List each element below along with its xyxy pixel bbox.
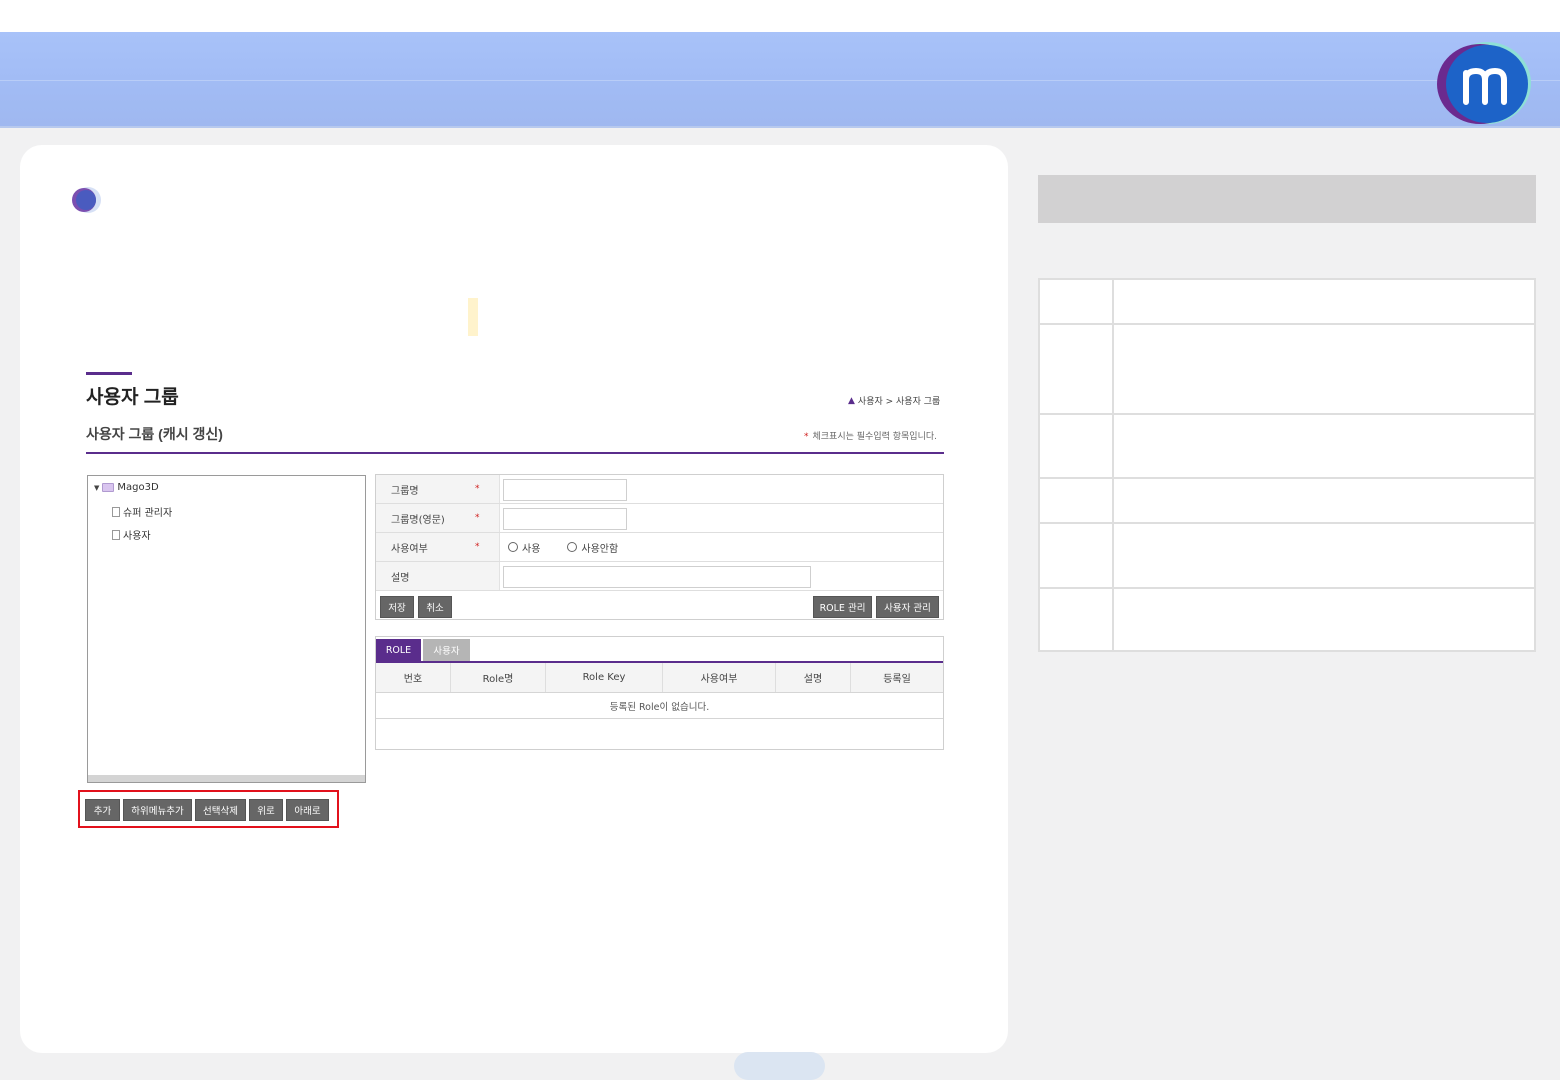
header-banner xyxy=(0,32,1560,128)
expand-icon[interactable]: ▼ xyxy=(94,484,99,492)
breadcrumb-text: 사용자 > 사용자 그룹 xyxy=(857,397,941,407)
required-note-text: 체크표시는 필수입력 항목입니다. xyxy=(812,432,938,442)
side-row-label-cell xyxy=(1040,589,1114,650)
column-header: 사용여부 xyxy=(663,663,776,692)
column-header: 등록일 xyxy=(883,674,911,685)
user-manage-button[interactable]: 사용자 관리 xyxy=(876,596,939,618)
highlight-mark xyxy=(468,298,478,336)
page-title: 사용자 그룹 xyxy=(86,387,179,408)
title-accent-bar xyxy=(86,372,132,375)
table-header: 번호 Role명 Role Key 사용여부 설명 등록일 xyxy=(376,663,943,693)
tree-item-label[interactable]: 사용자 xyxy=(123,527,151,542)
role-manage-button[interactable]: ROLE 관리 xyxy=(813,596,872,618)
tree-item-label[interactable]: 슈퍼 관리자 xyxy=(123,504,172,519)
unuse-radio[interactable] xyxy=(567,542,578,552)
save-button[interactable]: 저장 xyxy=(380,596,414,618)
tab-role[interactable]: ROLE xyxy=(376,639,421,661)
desc-input[interactable] xyxy=(503,566,811,588)
side-panel-header xyxy=(1038,175,1536,223)
column-header: 번호 xyxy=(376,663,451,692)
move-down-button[interactable]: 아래로 xyxy=(286,799,329,821)
unuse-radio-label[interactable]: 사용안함 xyxy=(581,540,618,555)
form-row-use: 사용여부 * 사용 사용안함 xyxy=(376,533,943,562)
side-panel-table xyxy=(1038,278,1536,652)
tree-root[interactable]: ▼ Mago3D xyxy=(94,482,159,493)
use-radio-label[interactable]: 사용 xyxy=(522,540,540,555)
side-row xyxy=(1040,415,1534,479)
add-submenu-button[interactable]: 하위메뉴추가 xyxy=(123,799,192,821)
section-dot-icon xyxy=(72,187,101,213)
label-text: 그룹명 xyxy=(391,485,419,497)
required-star: * xyxy=(475,513,480,523)
side-row xyxy=(1040,524,1534,589)
group-name-input[interactable] xyxy=(503,479,627,501)
side-row-label-cell xyxy=(1040,479,1114,522)
move-up-button[interactable]: 위로 xyxy=(249,799,283,821)
tree-item-super-admin[interactable]: 슈퍼 관리자 xyxy=(112,504,172,519)
side-row-label-cell xyxy=(1040,524,1114,587)
group-name-en-label: 그룹명(영문) * xyxy=(376,504,500,532)
side-row xyxy=(1040,325,1534,415)
label-text: 그룹명(영문) xyxy=(391,514,445,526)
label-text: 설명 xyxy=(391,572,410,584)
required-note: * 체크표시는 필수입력 항목입니다. xyxy=(804,429,937,442)
tree-horizontal-scrollbar[interactable] xyxy=(88,775,365,782)
use-radio-group: 사용 사용안함 xyxy=(508,533,618,561)
side-row xyxy=(1040,479,1534,524)
breadcrumb: ▲ 사용자 > 사용자 그룹 xyxy=(848,394,941,408)
form-row-desc: 설명 xyxy=(376,562,943,591)
section-subtitle: 사용자 그룹 (캐시 갱신) xyxy=(86,426,223,442)
mago3d-logo-icon[interactable] xyxy=(1434,40,1532,126)
group-tree[interactable]: ▼ Mago3D 슈퍼 관리자 사용자 xyxy=(87,475,366,783)
side-row-label-cell xyxy=(1040,325,1114,413)
label-text: 사용여부 xyxy=(391,543,428,555)
side-row xyxy=(1040,280,1534,325)
cancel-button[interactable]: 취소 xyxy=(418,596,452,618)
banner-stripe xyxy=(0,80,1560,81)
add-button[interactable]: 추가 xyxy=(85,799,120,821)
empty-message: 등록된 Role이 없습니다. xyxy=(376,693,943,719)
required-star: * xyxy=(475,484,480,494)
form-row-group-name-en: 그룹명(영문) * xyxy=(376,504,943,533)
file-icon xyxy=(112,529,120,540)
tab-user[interactable]: 사용자 xyxy=(423,639,470,661)
use-radio[interactable] xyxy=(508,542,518,552)
side-row-label-cell xyxy=(1040,280,1114,323)
column-header: Role Key xyxy=(546,663,663,692)
group-name-en-input[interactable] xyxy=(503,508,627,530)
delete-selected-button[interactable]: 선택삭제 xyxy=(195,799,246,821)
form-row-group-name: 그룹명 * xyxy=(376,475,943,504)
required-star: * xyxy=(804,432,809,442)
use-label: 사용여부 * xyxy=(376,533,500,561)
required-star: * xyxy=(475,542,480,552)
group-name-label: 그룹명 * xyxy=(376,475,500,503)
tree-root-label[interactable]: Mago3D xyxy=(117,482,158,493)
title-underline xyxy=(86,452,944,454)
desc-label: 설명 xyxy=(376,562,500,590)
column-header: Role명 xyxy=(451,663,546,692)
column-header: 설명 xyxy=(776,663,851,692)
file-icon xyxy=(112,506,120,517)
side-row-label-cell xyxy=(1040,415,1114,477)
tree-item-user[interactable]: 사용자 xyxy=(112,527,151,542)
folder-icon xyxy=(102,483,115,492)
home-icon: ▲ xyxy=(848,395,855,406)
side-row xyxy=(1040,589,1534,650)
tab-panel: ROLE 사용자 번호 Role명 Role Key 사용여부 설명 등록일 등… xyxy=(375,636,944,750)
page-indicator[interactable] xyxy=(734,1052,825,1080)
top-white-bar xyxy=(0,0,1560,32)
